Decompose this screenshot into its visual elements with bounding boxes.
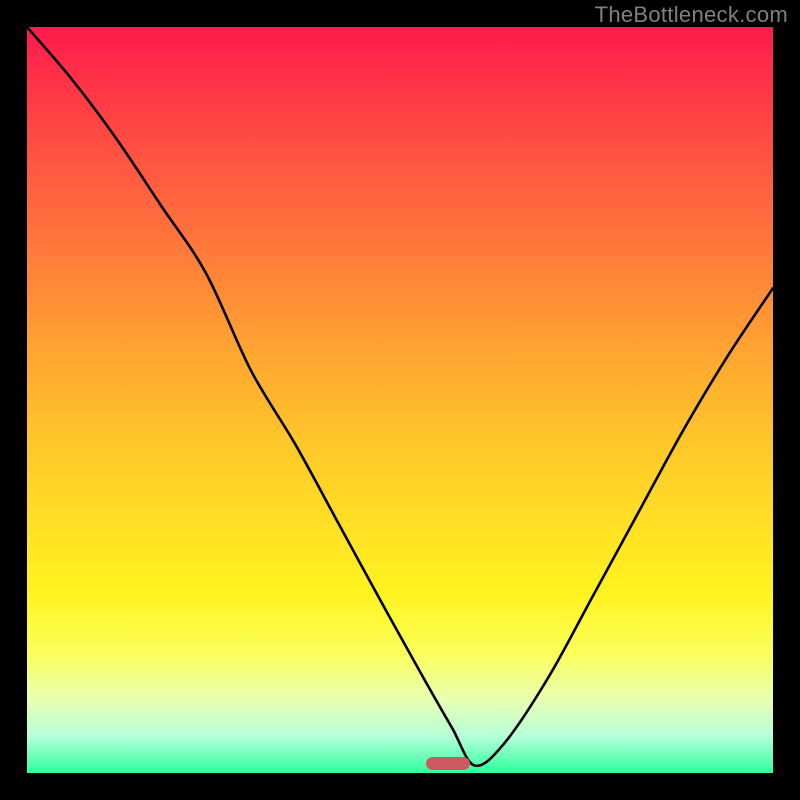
bottleneck-curve	[27, 27, 773, 773]
chart-frame: TheBottleneck.com	[0, 0, 800, 800]
optimal-marker	[426, 757, 470, 770]
plot-area	[27, 27, 773, 773]
watermark-text: TheBottleneck.com	[595, 2, 788, 28]
